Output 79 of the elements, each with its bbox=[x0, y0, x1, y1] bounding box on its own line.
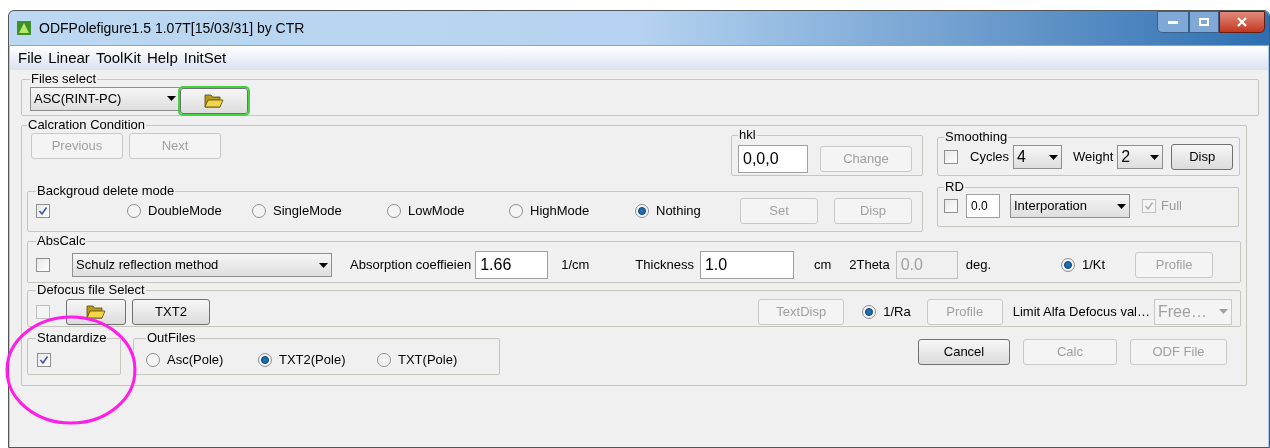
maximize-button[interactable] bbox=[1189, 11, 1219, 33]
caret-icon bbox=[319, 262, 328, 268]
caret-icon bbox=[167, 96, 176, 101]
radio-label: LowMode bbox=[408, 202, 465, 221]
caret-icon bbox=[1219, 309, 1228, 314]
action-button[interactable]: Cancel bbox=[918, 339, 1010, 365]
radio-label: HighMode bbox=[530, 202, 590, 221]
close-icon bbox=[1237, 17, 1247, 27]
open-folder-button[interactable] bbox=[180, 87, 248, 114]
rd-input[interactable]: 0.0 bbox=[966, 194, 1000, 218]
group-label: Backgroud delete mode bbox=[36, 184, 176, 198]
window-title: ODFPolefigure1.5 1.07T[15/03/31] by CTR bbox=[39, 18, 305, 38]
app-icon bbox=[17, 21, 31, 35]
field-label: Thickness bbox=[635, 256, 694, 275]
group-label: Files select bbox=[30, 72, 98, 86]
field-label: Absorption coeffieien bbox=[350, 256, 472, 275]
radio-button[interactable] bbox=[509, 204, 523, 218]
group-label: AbsCalc bbox=[36, 234, 87, 248]
radio-label: Asc(Pole) bbox=[167, 350, 224, 369]
radio-button[interactable] bbox=[1061, 258, 1076, 272]
checkbox[interactable] bbox=[36, 204, 50, 218]
group-label: Defocus file Select bbox=[36, 283, 146, 297]
radio-button[interactable] bbox=[387, 204, 401, 218]
group-label: Smoothing bbox=[944, 130, 1009, 144]
weight-dropdown[interactable]: 2 bbox=[1117, 145, 1164, 169]
thickness-input[interactable]: 1.0 bbox=[699, 251, 794, 279]
radio-button[interactable] bbox=[377, 352, 391, 367]
radio-button[interactable] bbox=[862, 304, 877, 319]
radio-button[interactable] bbox=[258, 352, 272, 367]
radio-button[interactable] bbox=[252, 204, 266, 218]
radio-label: TXT(Pole) bbox=[398, 350, 458, 369]
field-label: Limit Alfa Defocus val… bbox=[1012, 302, 1150, 321]
checkbox[interactable] bbox=[944, 199, 958, 213]
group-label: OutFiles bbox=[146, 331, 197, 345]
radio-button[interactable] bbox=[146, 352, 160, 367]
checkbox[interactable] bbox=[37, 352, 51, 367]
folder-icon bbox=[204, 93, 224, 108]
field-label: 2Theta bbox=[849, 256, 890, 275]
format-dropdown[interactable]: ASC(RINT-PC) bbox=[30, 86, 180, 111]
menu-item[interactable]: Linear bbox=[48, 46, 90, 70]
method-dropdown[interactable]: Interporation bbox=[1010, 194, 1130, 218]
method-dropdown[interactable]: Schulz reflection method bbox=[72, 253, 332, 277]
checkbox[interactable] bbox=[36, 258, 50, 272]
radio-label: 1/Kt bbox=[1082, 256, 1106, 275]
menu-item[interactable]: Help bbox=[146, 46, 178, 70]
cycles-dropdown[interactable]: 4 bbox=[1013, 145, 1062, 169]
radio-label: 1/Ra bbox=[883, 302, 911, 321]
group-label: RD bbox=[944, 180, 965, 194]
txt2-button[interactable]: TXT2 bbox=[132, 298, 210, 325]
field-label: deg. bbox=[965, 256, 992, 275]
group-label: hkl bbox=[738, 128, 757, 142]
close-button[interactable] bbox=[1219, 11, 1265, 33]
hkl-input[interactable]: 0,0,0 bbox=[738, 144, 808, 173]
menu-item[interactable]: ToolKit bbox=[95, 46, 141, 70]
checkbox[interactable] bbox=[36, 304, 50, 319]
radio-label: Nothing bbox=[656, 202, 701, 221]
minimize-button[interactable] bbox=[1157, 11, 1189, 33]
radio-label: DoubleMode bbox=[148, 202, 222, 221]
radio-label: TXT2(Pole) bbox=[279, 350, 346, 369]
caret-icon bbox=[1150, 154, 1160, 160]
caret-icon bbox=[1117, 203, 1126, 209]
field-label: 1/cm bbox=[561, 256, 590, 275]
caret-icon bbox=[1049, 154, 1058, 160]
coefficient-input[interactable]: 1.66 bbox=[475, 251, 549, 279]
disp-button[interactable]: Disp bbox=[1171, 144, 1234, 170]
field-label: Cycles bbox=[970, 148, 1009, 167]
field-label: cm bbox=[813, 256, 832, 275]
group-label: Standardize bbox=[36, 331, 108, 345]
radio-label: SingleMode bbox=[273, 202, 342, 221]
menu-item[interactable]: File bbox=[18, 46, 43, 70]
field-label: Weight bbox=[1073, 148, 1114, 167]
radio-button[interactable] bbox=[127, 204, 141, 218]
open-folder-button[interactable] bbox=[66, 298, 126, 325]
radio-button[interactable] bbox=[635, 204, 649, 218]
folder-icon bbox=[86, 304, 106, 319]
checkbox[interactable] bbox=[944, 150, 958, 164]
group-label: Calcration Condition bbox=[27, 118, 147, 132]
field-label: Full bbox=[1161, 197, 1182, 216]
menu-item[interactable]: InitSet bbox=[183, 46, 227, 70]
